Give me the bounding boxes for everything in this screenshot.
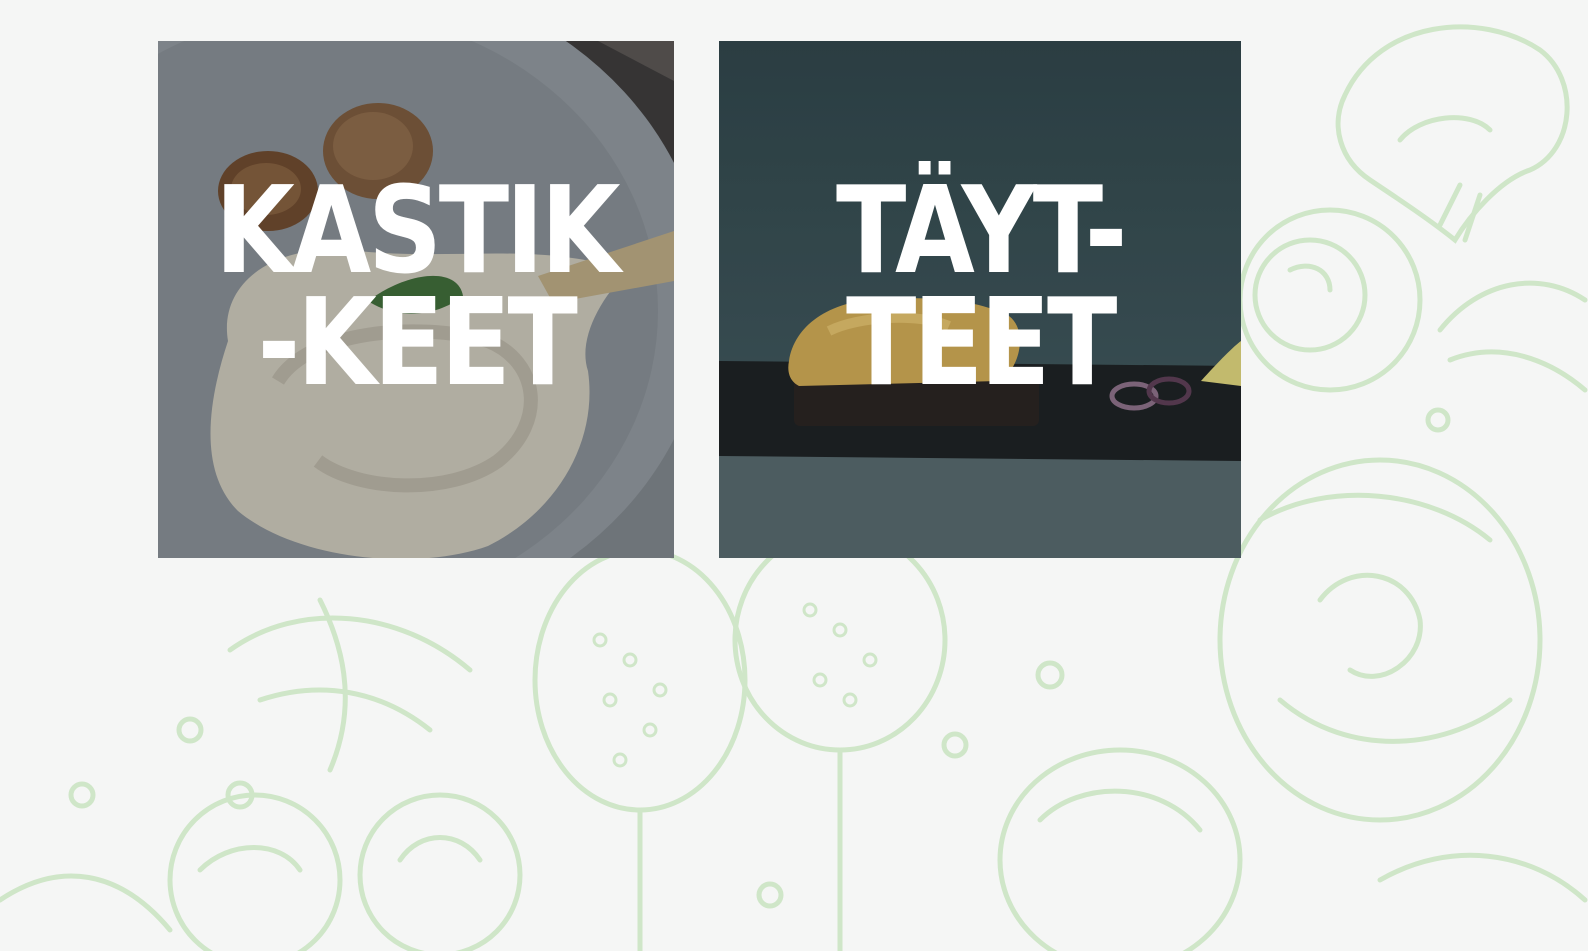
category-card-sauces[interactable]: KASTIK -KEET (158, 41, 674, 558)
card-title-fillings: TÄYT- TEET (756, 162, 1205, 413)
card-title-line-1: KASTIK (214, 162, 621, 301)
card-title-line-2: -KEET (257, 274, 578, 413)
category-card-fillings[interactable]: TÄYT- TEET (719, 41, 1241, 558)
card-title-line-1: TÄYT- (836, 162, 1127, 301)
card-title-sauces: KASTIK -KEET (194, 162, 638, 413)
card-title-line-2: TEET (845, 274, 1117, 413)
